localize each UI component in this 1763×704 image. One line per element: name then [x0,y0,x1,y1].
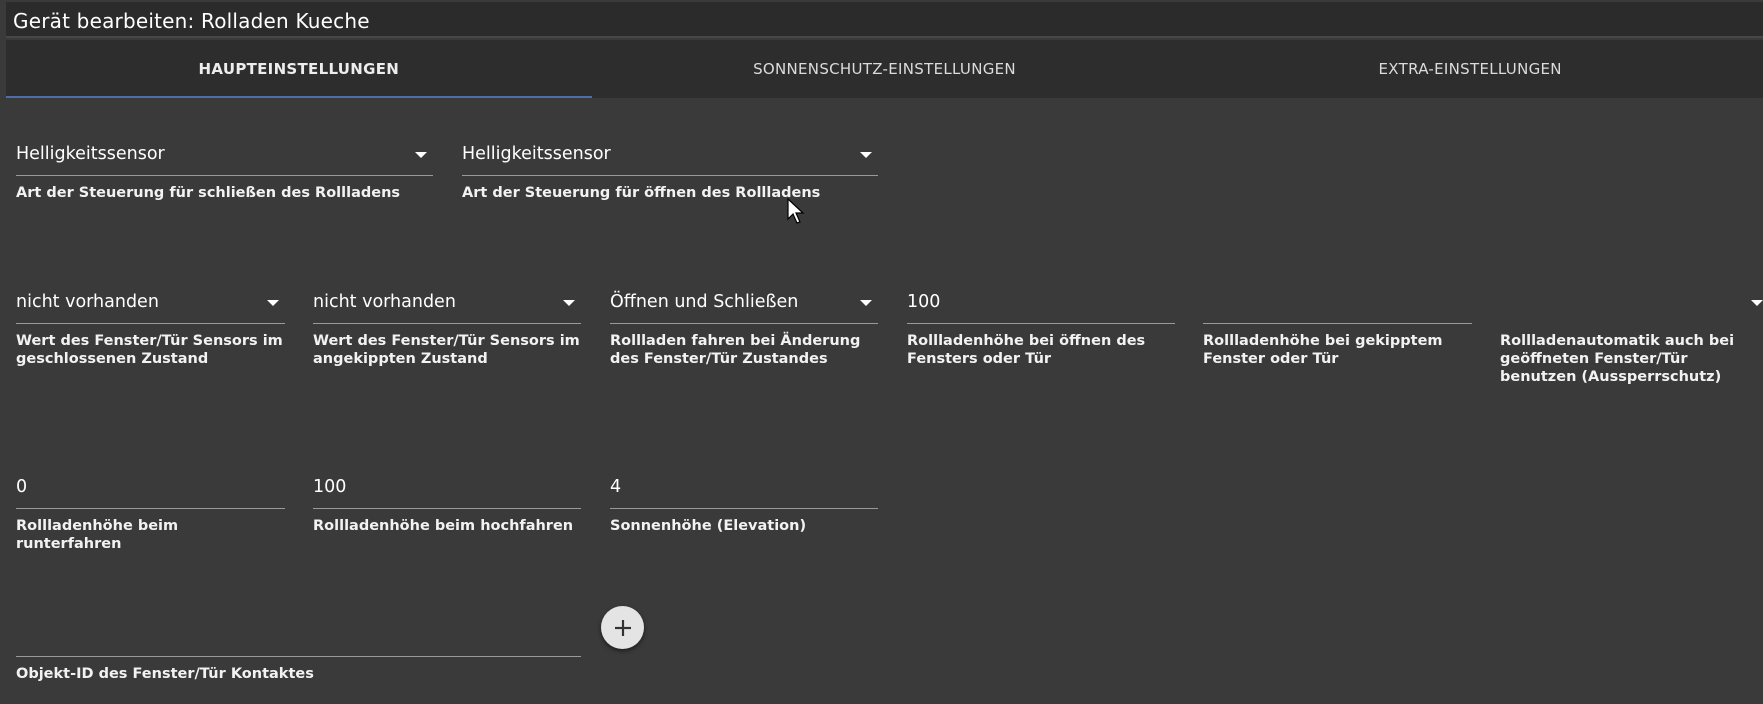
object-id-label: Objekt-ID des Fenster/Tür Kontaktes [16,666,314,682]
open-control-type-label: Art der Steuerung für öffnen des Rolllad… [462,185,821,201]
dialog-title: Gerät bearbeiten: Rolladen Kueche [13,9,370,33]
drive-on-change-select[interactable]: Öffnen und Schließen [610,276,878,324]
height-down-input[interactable]: 0 [16,461,285,509]
edit-device-dialog: Gerät bearbeiten: Rolladen Kueche HAUPTE… [0,0,1763,704]
close-control-type-value: Helligkeitssensor [16,144,165,164]
height-up-label: Rollladenhöhe beim hochfahren [313,518,574,534]
height-tilted-window-input[interactable] [1203,276,1472,324]
sun-elevation-field: 4 Sonnenhöhe (Elevation) [610,461,878,535]
height-up-input[interactable]: 100 [313,461,581,509]
close-control-type-field: Helligkeitssensor Art der Steuerung für … [16,128,433,202]
tab-main-settings[interactable]: HAUPTEINSTELLUNGEN [6,40,592,98]
object-id-input[interactable] [16,610,581,657]
caret-down-icon [415,152,427,158]
caret-down-icon [563,300,575,306]
object-id-field: Objekt-ID des Fenster/Tür Kontaktes [16,610,581,683]
height-open-window-value: 100 [907,292,941,312]
dialog-titlebar: Gerät bearbeiten: Rolladen Kueche [6,2,1763,38]
mouse-pointer-icon [787,198,805,224]
height-open-window-label: Rollladenhöhe bei öffnen des Fensters od… [907,333,1146,367]
lockout-protection-field: Rollladenautomatik auch bei geöffneten F… [1500,276,1763,386]
sensor-tilted-value: nicht vorhanden [313,292,456,312]
add-object-id-button[interactable] [601,606,644,649]
height-down-label: Rollladenhöhe beim runterfahren [16,518,179,552]
caret-down-icon [1751,300,1763,306]
close-control-type-select[interactable]: Helligkeitssensor [16,128,433,176]
close-control-type-label: Art der Steuerung für schließen des Roll… [16,185,401,201]
open-control-type-field: Helligkeitssensor Art der Steuerung für … [462,128,878,202]
plus-icon [614,619,631,636]
sensor-closed-field: nicht vorhanden Wert des Fenster/Tür Sen… [16,276,285,368]
height-up-value: 100 [313,477,347,497]
sun-elevation-input[interactable]: 4 [610,461,878,509]
lockout-protection-select[interactable] [1500,276,1763,324]
drive-on-change-field: Öffnen und Schließen Rollladen fahren be… [610,276,878,368]
tab-sun-protection-settings[interactable]: SONNENSCHUTZ-EINSTELLUNGEN [592,40,1178,98]
height-down-field: 0 Rollladenhöhe beim runterfahren [16,461,285,553]
tab-bar: HAUPTEINSTELLUNGEN SONNENSCHUTZ-EINSTELL… [6,40,1763,98]
height-up-field: 100 Rollladenhöhe beim hochfahren [313,461,581,535]
sensor-tilted-label: Wert des Fenster/Tür Sensors im angekipp… [313,333,580,367]
caret-down-icon [267,300,279,306]
caret-down-icon [860,300,872,306]
drive-on-change-label: Rollladen fahren bei Änderung des Fenste… [610,333,861,367]
sensor-tilted-field: nicht vorhanden Wert des Fenster/Tür Sen… [313,276,581,368]
sun-elevation-label: Sonnenhöhe (Elevation) [610,518,807,534]
lockout-protection-label: Rollladenautomatik auch bei geöffneten F… [1500,333,1735,385]
height-tilted-window-field: Rollladenhöhe bei gekipptem Fenster oder… [1203,276,1472,368]
sensor-closed-select[interactable]: nicht vorhanden [16,276,285,324]
height-open-window-field: 100 Rollladenhöhe bei öffnen des Fenster… [907,276,1175,368]
drive-on-change-value: Öffnen und Schließen [610,292,799,312]
open-control-type-value: Helligkeitssensor [462,144,611,164]
height-down-value: 0 [16,477,28,497]
sun-elevation-value: 4 [610,477,622,497]
sensor-closed-label: Wert des Fenster/Tür Sensors im geschlos… [16,333,283,367]
height-open-window-input[interactable]: 100 [907,276,1175,324]
height-tilted-window-label: Rollladenhöhe bei gekipptem Fenster oder… [1203,333,1443,367]
sensor-closed-value: nicht vorhanden [16,292,159,312]
caret-down-icon [860,152,872,158]
sensor-tilted-select[interactable]: nicht vorhanden [313,276,581,324]
tab-extra-settings[interactable]: EXTRA-EINSTELLUNGEN [1177,40,1763,98]
open-control-type-select[interactable]: Helligkeitssensor [462,128,878,176]
